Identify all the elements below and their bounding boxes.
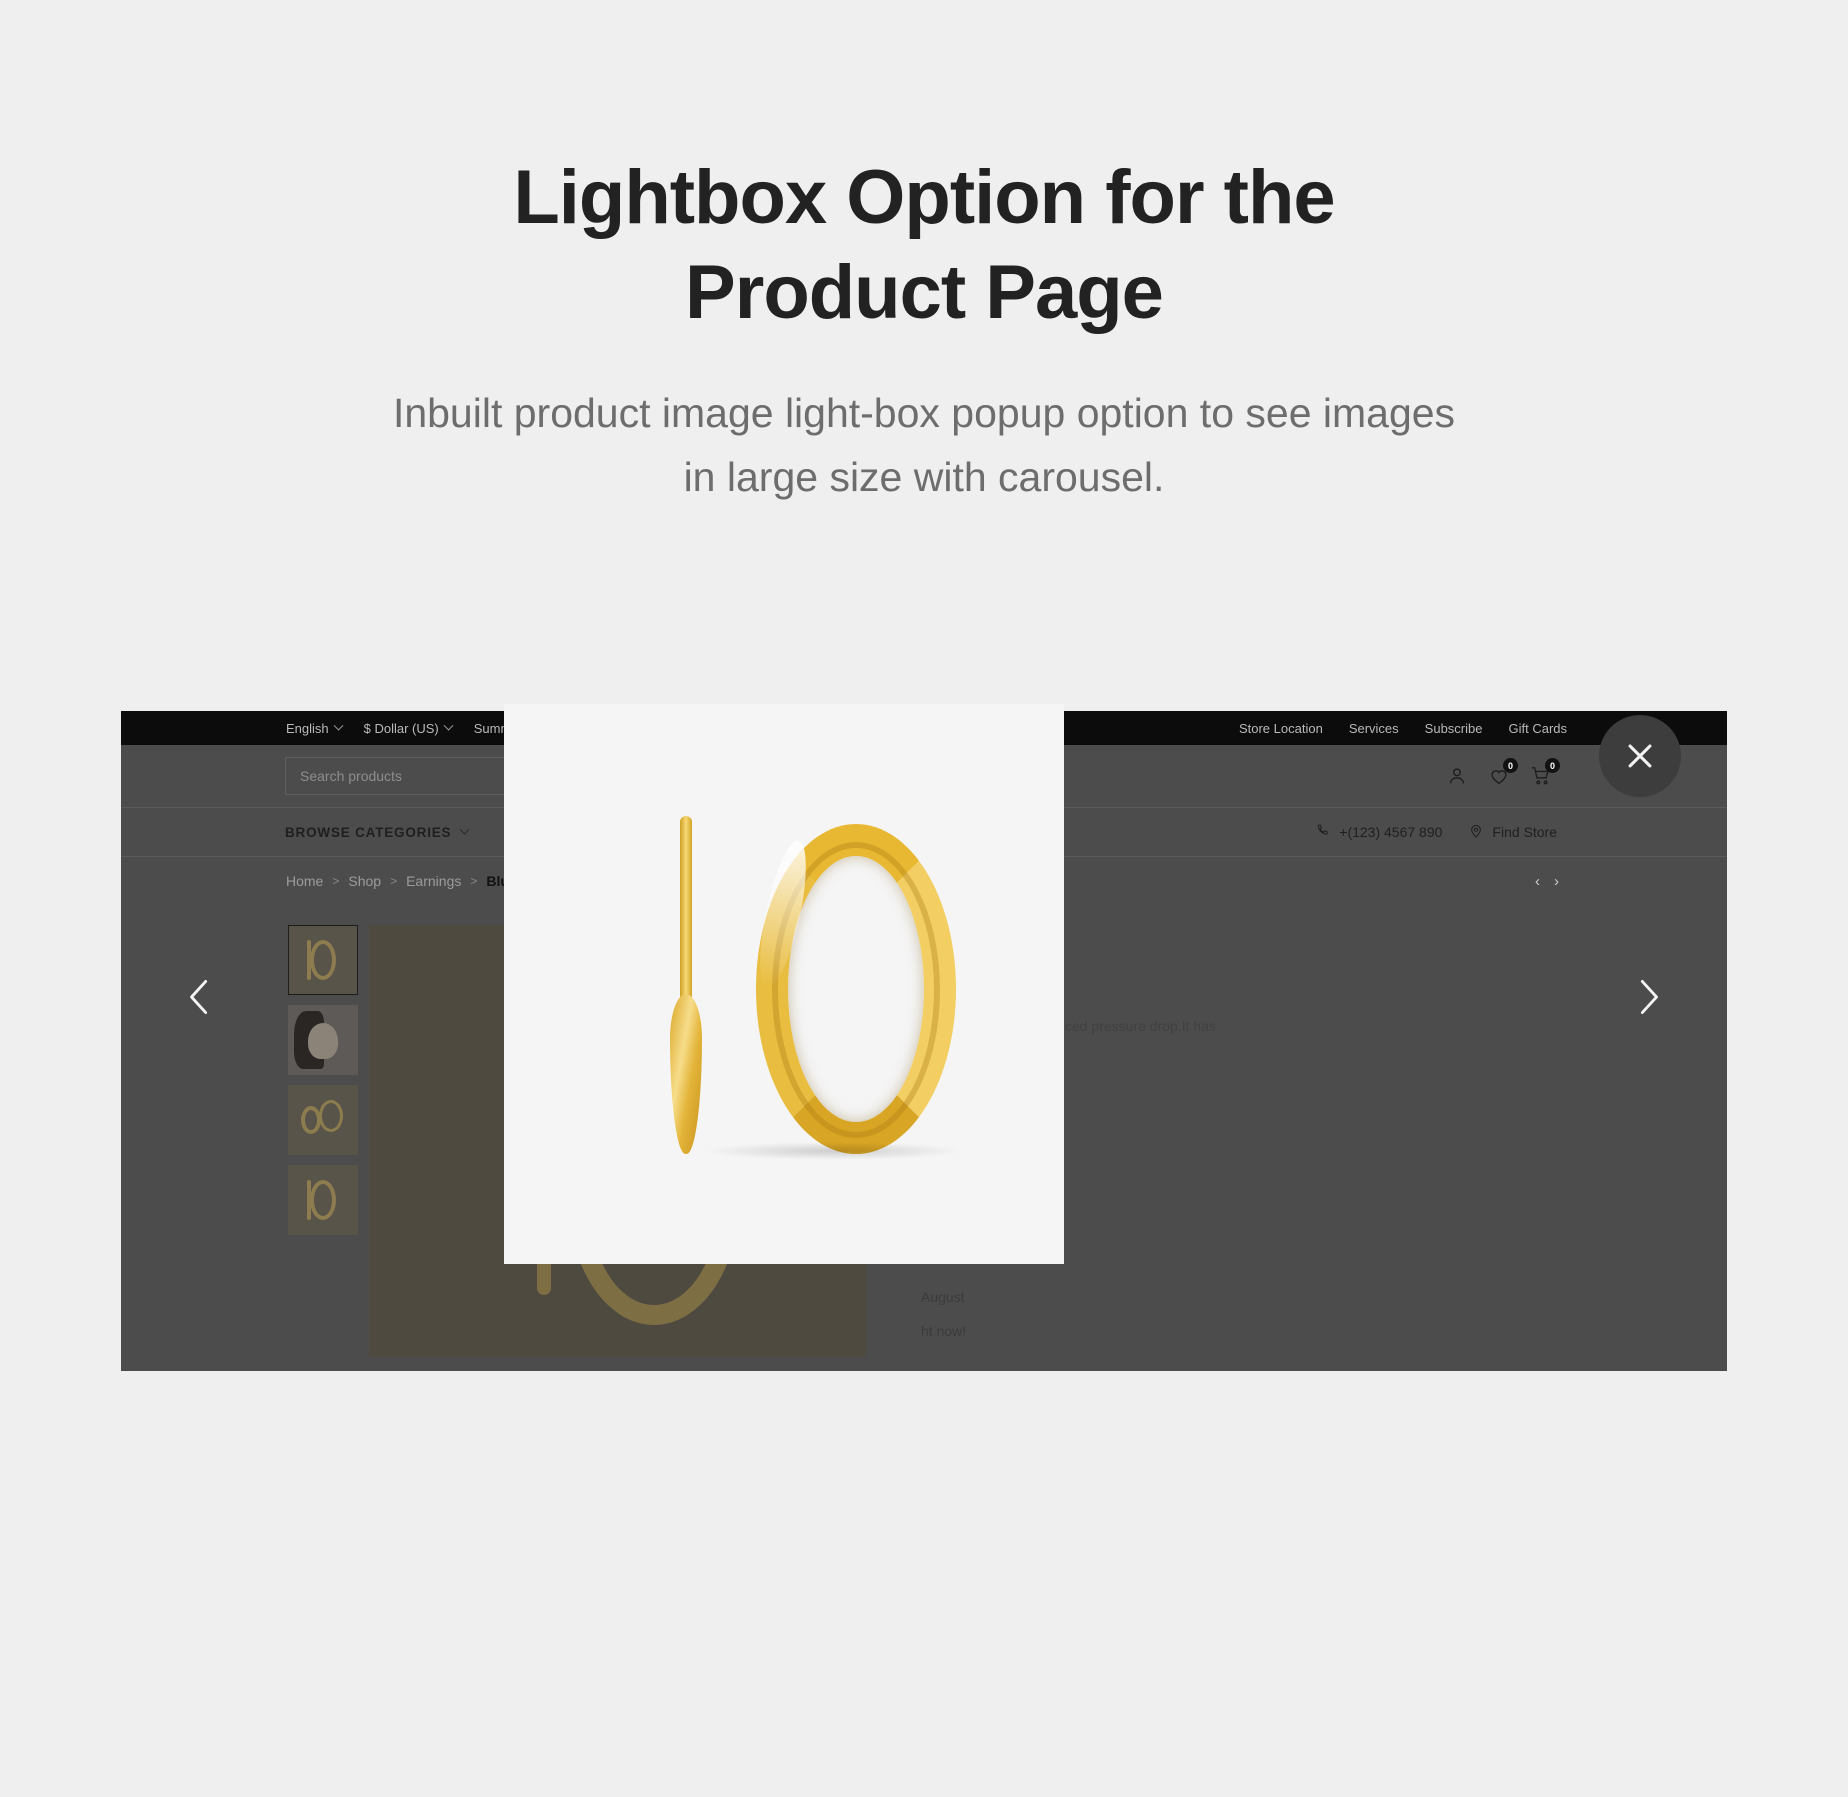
chevron-left-icon (190, 980, 208, 1014)
next-product-button[interactable]: › (1554, 873, 1559, 890)
delivery-estimate: August (921, 1289, 965, 1305)
thumbnail-item[interactable] (288, 1165, 358, 1235)
earring-drop-shape (670, 994, 702, 1154)
breadcrumb-separator: > (332, 874, 340, 888)
page-title: Lightbox Option for the Product Page (513, 155, 1335, 335)
currency-selector[interactable]: $ Dollar (US) (363, 720, 454, 736)
promo-section: Lightbox Option for the Product Page Inb… (0, 0, 1848, 509)
wishlist-icon[interactable]: 0 (1488, 758, 1518, 787)
gold-hoop-earring-illustration (504, 704, 1064, 1264)
breadcrumb-item-shop[interactable]: Shop (348, 873, 381, 889)
breadcrumb-separator: > (390, 874, 398, 888)
header-icon-group: 0 0 (1446, 758, 1560, 787)
browse-categories-label: BROWSE CATEGORIES (285, 824, 452, 840)
topbar-links-group: Store Location Services Subscribe Gift C… (1239, 721, 1567, 736)
stock-status: ht now! (921, 1323, 967, 1339)
browse-categories-button[interactable]: BROWSE CATEGORIES (285, 824, 470, 840)
account-icon[interactable] (1446, 765, 1468, 787)
thumbnail-item[interactable] (288, 925, 358, 995)
close-lightbox-button[interactable] (1599, 715, 1681, 797)
breadcrumb-separator: > (470, 874, 478, 888)
thumbnail-list (288, 925, 358, 1235)
lightbox-prev-button[interactable] (177, 967, 223, 1027)
breadcrumb-item-home[interactable]: Home (286, 873, 323, 889)
product-pager: ‹ › (1535, 873, 1559, 890)
page-subtitle: Inbuilt product image light-box popup op… (392, 390, 1456, 500)
cart-count-badge: 0 (1545, 758, 1560, 773)
phone-icon (1315, 823, 1331, 842)
phone-number: +(123) 4567 890 (1339, 824, 1443, 840)
breadcrumb-item-earnings[interactable]: Earnings (406, 873, 461, 889)
topbar-link-subscribe[interactable]: Subscribe (1425, 721, 1483, 736)
model-face-shape (308, 1023, 338, 1059)
earring-hoop-shape (310, 1180, 336, 1220)
find-store-label: Find Store (1492, 824, 1557, 840)
chevron-right-icon (1640, 980, 1658, 1014)
prev-product-button[interactable]: ‹ (1535, 873, 1540, 890)
chevron-down-icon (333, 720, 344, 731)
currency-label: $ Dollar (US) (363, 720, 439, 736)
earring-shadow (704, 1142, 964, 1160)
earring-pin-shape (680, 816, 692, 1016)
thumbnail-item[interactable] (288, 1005, 358, 1075)
thumbnail-item[interactable] (288, 1085, 358, 1155)
chevron-down-icon (443, 720, 454, 731)
language-selector[interactable]: English (286, 720, 344, 736)
location-pin-icon (1468, 823, 1484, 842)
phone-link[interactable]: +(123) 4567 890 (1315, 823, 1442, 842)
lightbox-image[interactable] (504, 704, 1064, 1264)
earring-hoop-shape (310, 940, 336, 980)
contact-group: +(123) 4567 890 Find Store (1315, 823, 1557, 842)
topbar-link-services[interactable]: Services (1349, 721, 1399, 736)
earring-hoop-shape-2 (319, 1099, 344, 1132)
chevron-down-icon (459, 824, 470, 835)
language-label: English (286, 720, 329, 736)
wishlist-count-badge: 0 (1503, 758, 1518, 773)
lightbox-next-button[interactable] (1625, 967, 1671, 1027)
topbar-link-store-location[interactable]: Store Location (1239, 721, 1323, 736)
topbar-link-gift-cards[interactable]: Gift Cards (1508, 721, 1567, 736)
close-icon (1628, 744, 1652, 768)
find-store-link[interactable]: Find Store (1468, 823, 1557, 842)
cart-icon[interactable]: 0 (1530, 758, 1560, 787)
earring-hoop-shape (301, 1106, 322, 1134)
